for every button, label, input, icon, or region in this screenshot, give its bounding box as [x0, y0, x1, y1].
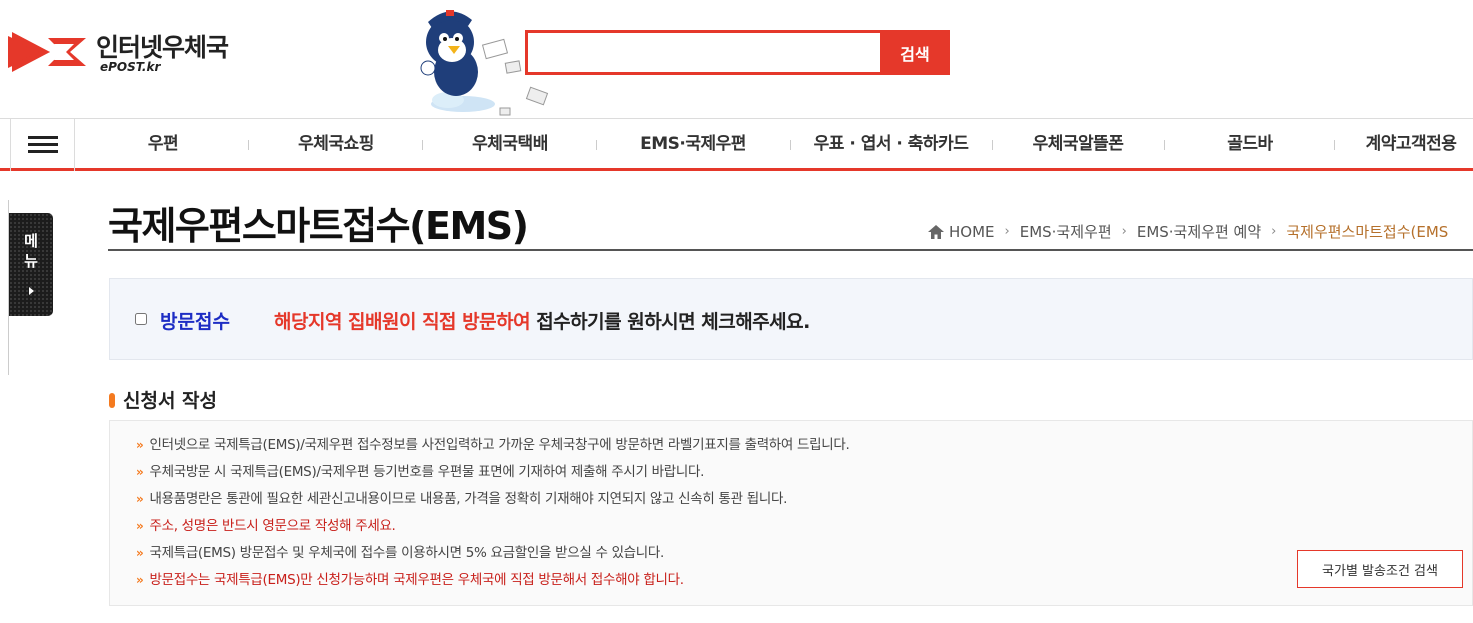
chevron-right-icon: ›: [1271, 224, 1277, 239]
breadcrumb: HOME › EMS·국제우편 › EMS·국제우편 예약 › 국제우편스마트접수(EMS: [928, 221, 1448, 242]
nav-divider: [422, 140, 423, 150]
visit-pickup-message-rest: 접수하기를 원하시면 체크해주세요.: [530, 311, 810, 333]
chevron-right-icon: »: [136, 465, 144, 479]
list-item-text: 국제특급(EMS) 방문접수 및 우체국에 접수를 이용하시면 5% 요금할인을…: [149, 545, 665, 561]
list-item-text: 우체국방문 시 국제특급(EMS)/국제우편 등기번호를 우편물 표면에 기재하…: [149, 464, 705, 480]
chevron-right-icon: »: [136, 546, 144, 560]
nav-divider: [248, 140, 249, 150]
nav-divider: [1334, 140, 1335, 150]
country-conditions-button[interactable]: 국가별 발송조건 검색: [1297, 550, 1463, 588]
list-item-text: 내용품명란은 통관에 필요한 세관신고내용이므로 내용품, 가격을 정확히 기재…: [149, 491, 788, 507]
nav-item-mobile[interactable]: 우체국알뜰폰: [1018, 119, 1138, 169]
visit-pickup-message-highlight: 해당지역 집배원이 직접 방문하여: [274, 311, 531, 333]
section-title-text: 신청서 작성: [123, 390, 218, 412]
nav-divider: [596, 140, 597, 150]
info-box: » 인터넷으로 국제특급(EMS)/국제우편 접수정보를 사전입력하고 가까운 우…: [109, 420, 1473, 606]
side-menu-tab[interactable]: 메뉴: [9, 213, 53, 316]
list-item-text: 주소, 성명은 반드시 영문으로 작성해 주세요.: [149, 518, 396, 534]
nav-item-contract[interactable]: 계약고객전용: [1356, 119, 1466, 169]
menu-icon[interactable]: [10, 119, 75, 171]
breadcrumb-ems-reservation[interactable]: EMS·국제우편 예약: [1137, 221, 1261, 242]
logo-text: 인터넷우체국: [96, 33, 229, 62]
list-item: » 내용품명란은 통관에 필요한 세관신고내용이므로 내용품, 가격을 정확히 기…: [136, 486, 850, 513]
menu-icon-bar: [28, 150, 58, 153]
visit-pickup-label[interactable]: 방문접수: [160, 307, 230, 334]
list-item: » 국제특급(EMS) 방문접수 및 우체국에 접수를 이용하시면 5% 요금할인…: [136, 540, 850, 567]
chevron-right-icon: »: [136, 438, 144, 452]
section-title: 신청서 작성: [109, 386, 217, 413]
breadcrumb-current: 국제우편스마트접수(EMS: [1286, 223, 1449, 241]
header: 인터넷우체국 ePOST.kr 검색: [0, 0, 1473, 118]
menu-icon-bar: [28, 143, 58, 146]
list-item-text: 방문접수는 국제특급(EMS)만 신청가능하며 국제우편은 우체국에 직접 방문…: [149, 572, 684, 588]
list-item: » 방문접수는 국제특급(EMS)만 신청가능하며 국제우편은 우체국에 직접 방…: [136, 567, 850, 594]
search-input[interactable]: [525, 30, 883, 75]
epost-logo[interactable]: 인터넷우체국 ePOST.kr: [8, 28, 248, 78]
chevron-right-icon: [29, 287, 34, 295]
logo-subtext: ePOST.kr: [100, 60, 161, 74]
list-item-text: 인터넷으로 국제특급(EMS)/국제우편 접수정보를 사전입력하고 가까운 우체…: [149, 437, 850, 453]
visit-pickup-checkbox[interactable]: [135, 313, 147, 325]
nav-item-stamps[interactable]: 우표 · 엽서 · 축하카드: [806, 119, 976, 169]
chevron-right-icon: ›: [1004, 224, 1010, 239]
visit-pickup-message: 해당지역 집배원이 직접 방문하여 접수하기를 원하시면 체크해주세요.: [274, 307, 810, 334]
page-title: 국제우편스마트접수(EMS): [108, 204, 529, 248]
main-nav: 우편 우체국쇼핑 우체국택배 EMS·국제우편 우표 · 엽서 · 축하카드 우…: [0, 118, 1473, 171]
nav-item-shopping[interactable]: 우체국쇼핑: [276, 119, 396, 169]
list-item: » 우체국방문 시 국제특급(EMS)/국제우편 등기번호를 우편물 표면에 기재…: [136, 459, 850, 486]
side-menu-label: 메뉴: [24, 232, 38, 270]
info-list: » 인터넷으로 국제특급(EMS)/국제우편 접수정보를 사전입력하고 가까운 우…: [136, 432, 850, 594]
nav-divider: [790, 140, 791, 150]
home-icon: [928, 224, 944, 239]
nav-divider: [992, 140, 993, 150]
list-item: » 주소, 성명은 반드시 영문으로 작성해 주세요.: [136, 513, 850, 540]
search-button[interactable]: 검색: [880, 30, 950, 75]
breadcrumb-home[interactable]: HOME: [949, 223, 995, 241]
title-divider: [108, 249, 1473, 251]
nav-item-mail[interactable]: 우편: [118, 119, 208, 169]
menu-icon-bar: [28, 136, 58, 139]
list-item: » 인터넷으로 국제특급(EMS)/국제우편 접수정보를 사전입력하고 가까운 우…: [136, 432, 850, 459]
chevron-right-icon: »: [136, 492, 144, 506]
nav-divider: [1164, 140, 1165, 150]
section-bullet-icon: [109, 393, 115, 408]
chevron-right-icon: »: [136, 573, 144, 587]
nav-item-ems[interactable]: EMS·국제우편: [623, 119, 763, 169]
chevron-right-icon: ›: [1121, 224, 1127, 239]
epost-logo-icon: [8, 32, 86, 72]
nav-item-parcel[interactable]: 우체국택배: [450, 119, 570, 169]
visit-pickup-box: 방문접수 해당지역 집배원이 직접 방문하여 접수하기를 원하시면 체크해주세요…: [109, 278, 1473, 360]
nav-item-goldbar[interactable]: 골드바: [1200, 119, 1300, 169]
chevron-right-icon: »: [136, 519, 144, 533]
breadcrumb-ems[interactable]: EMS·국제우편: [1020, 221, 1112, 242]
